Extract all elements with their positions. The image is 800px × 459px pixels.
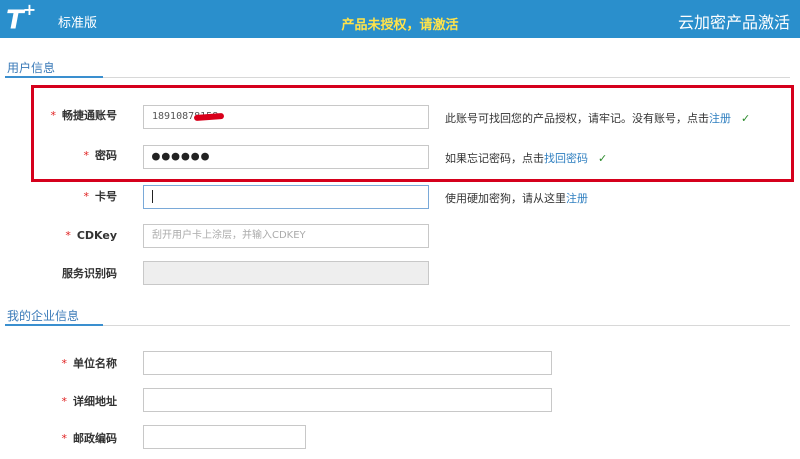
check-icon: ✓ <box>598 152 608 165</box>
service-code-label: 服务识别码 <box>62 267 117 280</box>
section-accent-line <box>5 76 103 78</box>
account-hint-text: 此账号可找回您的产品授权，请牢记。没有账号，点击 <box>445 112 709 125</box>
company-info-heading: 我的企业信息 <box>7 309 80 323</box>
account-input[interactable]: 18910878158 <box>143 105 429 129</box>
card-label-text: 卡号 <box>95 190 117 203</box>
text-cursor <box>152 189 153 203</box>
address-label-text: 详细地址 <box>73 395 117 408</box>
account-hint: 此账号可找回您的产品授权，请牢记。没有账号，点击注册 ✓ <box>445 110 750 126</box>
company-name-label-text: 单位名称 <box>73 357 117 370</box>
postcode-label: * 邮政编码 <box>47 430 118 446</box>
postcode-input[interactable] <box>143 425 306 449</box>
required-mark: * <box>61 395 68 408</box>
user-info-heading: 用户信息 <box>7 61 56 75</box>
required-mark: * <box>61 432 68 445</box>
register-link[interactable]: 注册 <box>709 112 731 125</box>
card-number-input[interactable] <box>143 185 429 209</box>
password-dots: ●●●●●● <box>152 149 211 164</box>
account-label-text: 畅捷通账号 <box>62 109 117 122</box>
address-input[interactable] <box>143 388 552 412</box>
company-name-input[interactable] <box>143 351 552 375</box>
password-hint: 如果忘记密码，点击找回密码 ✓ <box>445 150 607 166</box>
account-label: * 畅捷通账号 <box>47 107 118 123</box>
recover-password-link[interactable]: 找回密码 <box>544 152 588 165</box>
brand-title: 云加密产品激活 <box>677 13 790 32</box>
required-mark: * <box>83 190 90 203</box>
section-divider <box>5 325 790 326</box>
password-label-text: 密码 <box>95 149 117 162</box>
dongle-register-link[interactable]: 注册 <box>566 192 588 205</box>
section-accent-line <box>5 324 103 326</box>
section-divider <box>5 77 790 78</box>
postcode-label-text: 邮政编码 <box>73 432 117 445</box>
cdkey-label: * CDKey <box>47 229 117 242</box>
check-icon: ✓ <box>741 112 751 125</box>
company-name-label: * 单位名称 <box>47 355 118 371</box>
password-label: * 密码 <box>47 147 118 163</box>
required-mark: * <box>83 149 90 162</box>
address-label: * 详细地址 <box>47 393 118 409</box>
card-hint: 使用硬加密狗，请从这里注册 <box>445 190 588 206</box>
top-header-bar: T+ 标准版 产品未授权，请激活 云加密产品激活 <box>0 0 800 38</box>
cdkey-placeholder: 刮开用户卡上涂层，并输入CDKEY <box>152 230 306 241</box>
card-hint-text: 使用硬加密狗，请从这里 <box>445 192 566 205</box>
password-hint-text: 如果忘记密码，点击 <box>445 152 544 165</box>
required-mark: * <box>65 229 71 242</box>
service-code-input <box>143 261 429 285</box>
required-mark: * <box>61 357 68 370</box>
required-mark: * <box>50 109 57 122</box>
cdkey-label-text: CDKey <box>76 229 117 242</box>
password-input[interactable]: ●●●●●● <box>143 145 429 169</box>
cdkey-input[interactable]: 刮开用户卡上涂层，并输入CDKEY <box>143 224 429 248</box>
card-label: * 卡号 <box>47 188 118 204</box>
